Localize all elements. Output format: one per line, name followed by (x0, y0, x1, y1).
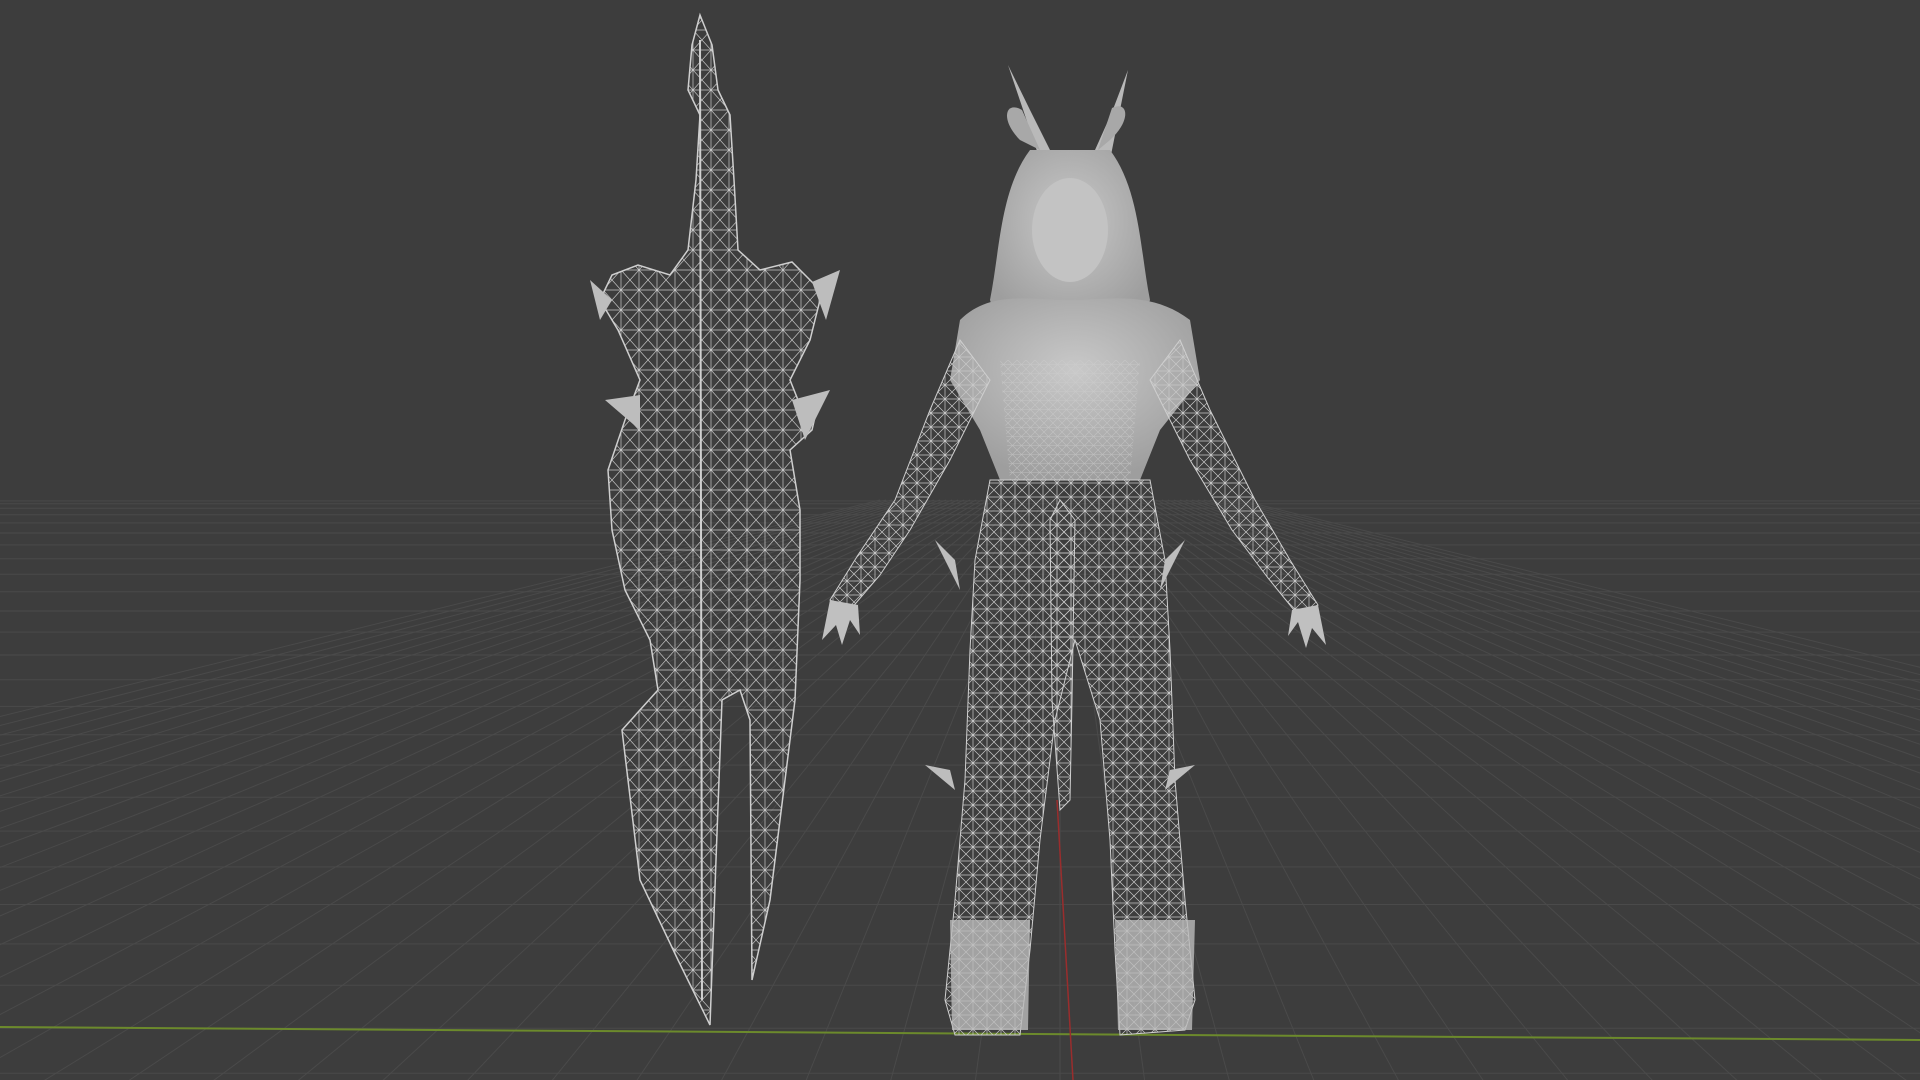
character-mesh[interactable] (822, 65, 1326, 1036)
grid-line (1155, 499, 1920, 853)
grid-line (1209, 499, 1920, 711)
grid-line (0, 499, 983, 1059)
grid-line (0, 499, 947, 869)
grid-line (1149, 499, 1920, 880)
grid-line (0, 499, 965, 946)
grid-line (0, 499, 959, 917)
grid-line (1233, 499, 1920, 676)
grid-line (1107, 499, 1738, 1080)
grid-line (0, 499, 953, 891)
y-axis-line (1056, 799, 1074, 1080)
grid-line (1113, 499, 1823, 1080)
sword-mesh[interactable] (590, 12, 840, 1026)
grid-line (1203, 499, 1920, 721)
grid-line (1119, 499, 1907, 1080)
grid-line (0, 499, 971, 978)
grid-line (1131, 499, 1920, 986)
grid-line (1143, 499, 1920, 910)
viewport-scene[interactable] (0, 0, 1920, 1080)
3d-viewport[interactable] (0, 0, 1920, 1080)
grid-line (1239, 499, 1920, 668)
grid-line (1215, 499, 1920, 701)
